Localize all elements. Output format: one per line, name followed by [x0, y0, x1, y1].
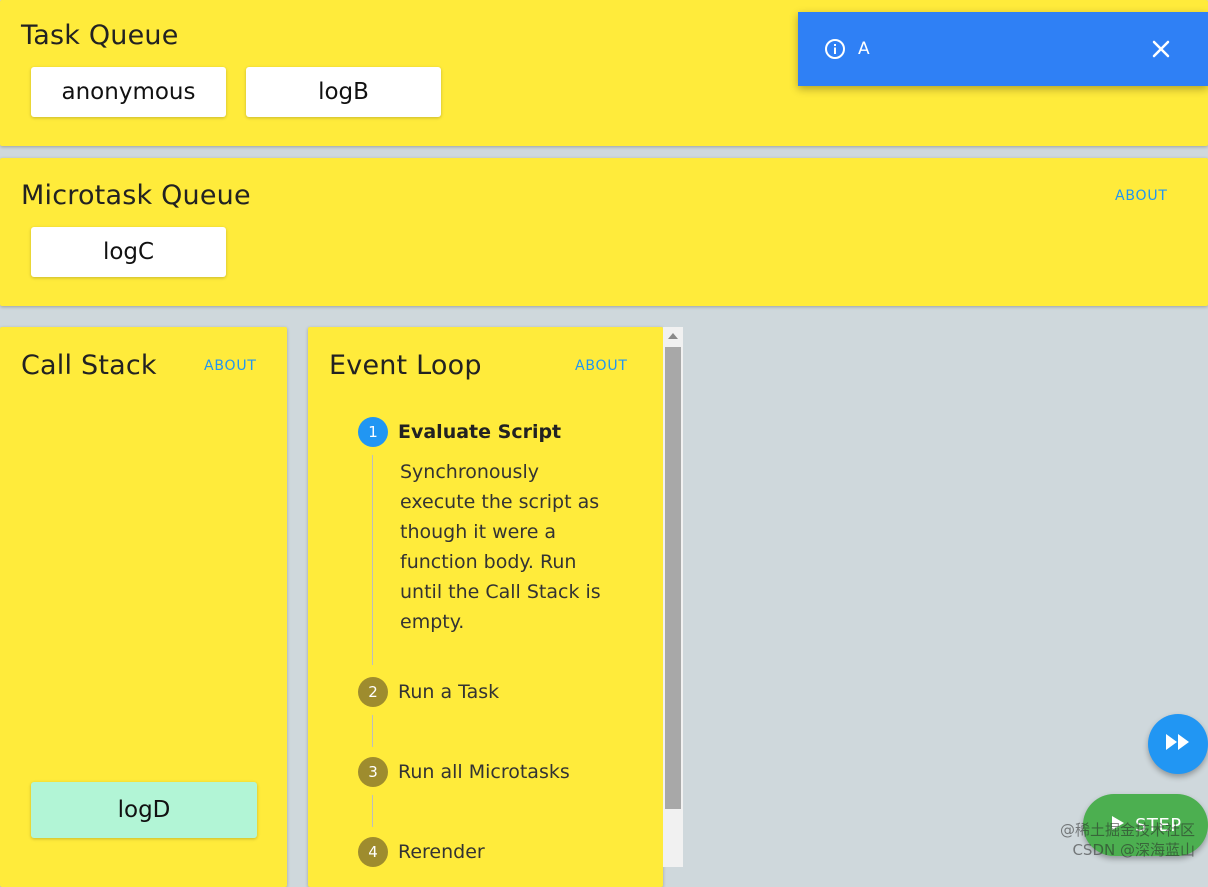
microtask-queue-title: Microtask Queue	[21, 180, 251, 211]
step-description-1: Synchronously execute the script as thou…	[400, 461, 601, 633]
event-loop-panel: Event Loop ABOUT 1 Evaluate Script Synch…	[308, 327, 663, 887]
info-icon	[824, 38, 846, 64]
watermark-line-1: @稀土掘金技术社区	[1059, 821, 1195, 839]
step-number-1: 1	[358, 417, 388, 447]
step-label-4: Rerender	[398, 841, 485, 863]
task-item-logb: logB	[246, 67, 441, 117]
step-connector	[372, 795, 373, 827]
notification-text: A	[858, 39, 870, 59]
step-run-a-task: 2 Run a Task	[358, 677, 499, 707]
microtask-about-link[interactable]: ABOUT	[1115, 188, 1168, 204]
event-loop-scrollbar[interactable]	[663, 327, 683, 867]
step-run-all-microtasks: 3 Run all Microtasks	[358, 757, 570, 787]
step-connector	[372, 455, 373, 665]
step-number-2: 2	[358, 677, 388, 707]
notification-toast: A	[798, 12, 1208, 86]
call-stack-about-link[interactable]: ABOUT	[204, 358, 257, 374]
scrollbar-thumb[interactable]	[665, 347, 681, 809]
fast-forward-button[interactable]	[1148, 714, 1208, 774]
call-stack-panel: Call Stack ABOUT logD	[0, 327, 287, 887]
microtask-item-logc: logC	[31, 227, 226, 277]
step-evaluate-script: 1 Evaluate Script	[358, 417, 561, 447]
step-number-4: 4	[358, 837, 388, 867]
call-stack-title: Call Stack	[21, 350, 157, 381]
step-label-3: Run all Microtasks	[398, 761, 570, 783]
watermark: @稀土掘金技术社区 CSDN @深海蓝山	[1025, 820, 1195, 860]
step-label-2: Run a Task	[398, 681, 500, 703]
fast-forward-icon	[1165, 733, 1191, 755]
step-rerender: 4 Rerender	[358, 837, 485, 867]
task-queue-title: Task Queue	[21, 20, 179, 51]
close-icon[interactable]	[1150, 38, 1172, 64]
event-loop-about-link[interactable]: ABOUT	[575, 358, 628, 374]
task-item-anonymous: anonymous	[31, 67, 226, 117]
microtask-queue-panel: Microtask Queue ABOUT logC	[0, 158, 1208, 306]
watermark-line-2: CSDN @深海蓝山	[1072, 841, 1195, 859]
step-connector	[372, 715, 373, 747]
call-stack-item-logd: logD	[31, 782, 257, 838]
scroll-up-arrow-icon[interactable]	[663, 327, 683, 345]
step-number-3: 3	[358, 757, 388, 787]
step-label-1: Evaluate Script	[398, 421, 562, 443]
event-loop-title: Event Loop	[329, 350, 482, 381]
